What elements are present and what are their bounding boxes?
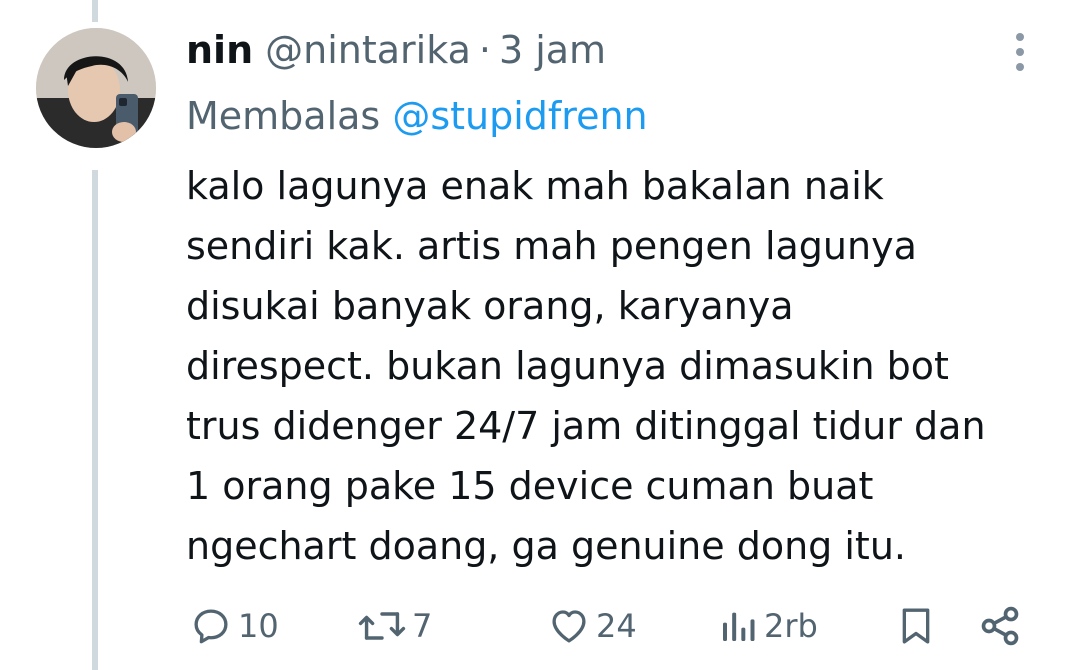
tweet-text-line: disukai banyak orang, karyanya [186,284,794,328]
tweet-header: nin @nintarika · 3 jam [186,24,606,76]
more-dot-icon [1016,48,1024,56]
like-count: 24 [596,607,637,645]
reply-button[interactable]: 10 [190,596,279,656]
tweet-text-line: 1 orang pake 15 device cuman buat [186,464,874,508]
reply-mention-link[interactable]: @stupidfrenn [392,94,647,138]
avatar-photo [36,28,156,148]
display-name[interactable]: nin [186,24,253,76]
views-icon [723,612,755,641]
more-options-button[interactable] [1000,30,1040,74]
action-bar: 10 7 24 2rb [0,596,1080,656]
thread-line-top [92,0,98,22]
tweet-text: kalo lagunya enak mah bakalan naik sendi… [186,156,1056,576]
thread-line [92,170,98,670]
avatar[interactable] [36,28,156,148]
tweet-text-line: sendiri kak. artis mah pengen lagunya [186,224,917,268]
reply-prefix: Membalas [186,94,381,138]
replying-to: Membalas @stupidfrenn [186,90,648,142]
views-count: 2rb [764,607,818,645]
more-dot-icon [1016,63,1024,71]
like-button[interactable]: 24 [548,596,637,656]
retweet-button[interactable]: 7 [358,596,432,656]
user-handle[interactable]: @nintarika [265,24,471,76]
share-icon [981,606,1019,646]
retweet-icon [358,612,406,640]
heart-icon [552,610,586,643]
tweet-text-line: kalo lagunya enak mah bakalan naik [186,164,884,208]
tweet-text-line: direspect. bukan lagunya dimasukin bot [186,344,949,388]
share-button[interactable] [978,596,1022,656]
retweet-count: 7 [412,607,433,645]
more-dot-icon [1016,33,1024,41]
separator-dot: · [478,28,491,72]
reply-count: 10 [238,607,279,645]
tweet-text-line: trus didenger 24/7 jam ditinggal tidur d… [186,404,986,448]
bookmark-icon [902,608,930,644]
bookmark-button[interactable] [896,596,936,656]
views-button[interactable]: 2rb [718,596,818,656]
timestamp[interactable]: 3 jam [499,24,606,76]
tweet-text-line: ngechart doang, ga genuine dong itu. [186,524,906,568]
reply-icon [194,609,228,644]
